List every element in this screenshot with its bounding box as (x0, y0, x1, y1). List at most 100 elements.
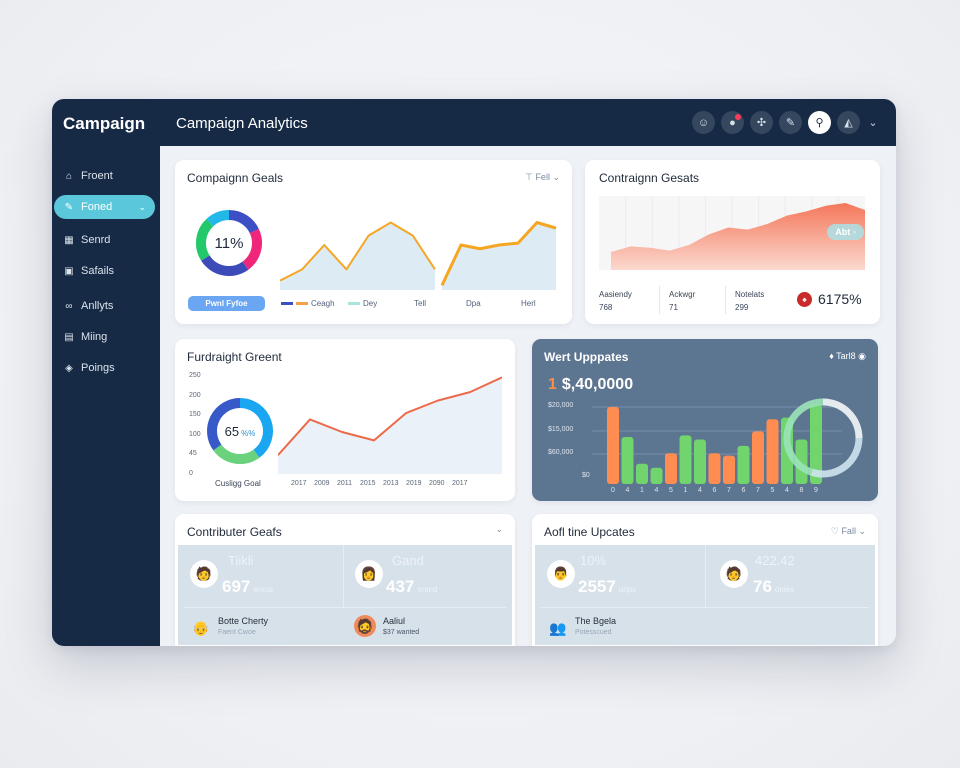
y-tick: 45 (189, 450, 197, 457)
realtime-panel: 👨 10% 2557 unps 🧑 422.42 76 onies 👥 The Bg… (535, 545, 875, 645)
x-tick: 4 (698, 487, 702, 494)
stat-value: 299 (735, 303, 749, 312)
filter-dropdown[interactable]: ♡ Fall ⌄ (831, 526, 866, 537)
tile-value: 437 onmd (386, 577, 437, 597)
donut-slice (213, 444, 260, 464)
bar (737, 445, 750, 484)
sidebar-item-label: Poings (81, 362, 115, 374)
page-title: Campaign Analytics (176, 115, 308, 132)
bar (723, 455, 735, 484)
location-icon: ♡ (830, 526, 842, 536)
sidebar-item-froent[interactable]: ⌂ Froent (54, 164, 155, 188)
notification-badge (735, 114, 741, 120)
home-icon: ⌂ (65, 170, 73, 182)
sidebar-item-poings[interactable]: ◈ Poings (54, 356, 155, 380)
person-subtitle: Faent Cwoe (218, 629, 256, 636)
divider (659, 286, 660, 314)
legend-swatch (348, 302, 360, 305)
sidebar-item-miing[interactable]: ▤ Miing (54, 325, 155, 349)
sidebar-item-senrd[interactable]: ▦ Senrd (54, 228, 155, 252)
card-title: Contributer Geafs (187, 525, 282, 539)
pen-icon: ✎ (64, 201, 74, 213)
stat-item: Aasiendy 768 (599, 288, 632, 314)
x-label: Herl (521, 299, 536, 308)
chevron-down-icon[interactable]: ⌄ (495, 524, 503, 535)
bar (665, 453, 677, 484)
tile-value: 76 onies (753, 577, 794, 597)
x-tick: 7 (727, 487, 731, 494)
legend-swatch (281, 302, 293, 305)
calendar-icon: ▦ (64, 234, 74, 246)
tile-number: 437 (386, 577, 415, 596)
filter-dropdown[interactable]: ⊤ Fell ⌄ (525, 172, 560, 183)
percent-value: 6175% (818, 291, 862, 307)
tile-caption: 10% (580, 553, 607, 568)
stat-value: 71 (669, 303, 678, 312)
goals-donut-value: 11% (214, 235, 244, 252)
x-tick: 0 (611, 487, 615, 494)
x-tick: 2011 (337, 480, 353, 487)
updates-bar-chart (592, 398, 863, 484)
divider (541, 607, 869, 608)
filter-label: Fell (535, 172, 550, 182)
x-tick: 6 (712, 487, 717, 494)
x-tick: 7 (756, 487, 760, 494)
avatar: 👨 (547, 560, 575, 588)
tile-value: 2557 unps (578, 577, 636, 597)
campaign-goals-card: Compaignn Geals ⊤ Fell ⌄ 11% Pwnl Fyfoe … (175, 160, 572, 324)
contributors-card: Contributer Geafs ⌄ 🧑 Tiikli 697 ervus 👩 … (175, 514, 515, 646)
search-icon[interactable]: ⚲ (808, 111, 831, 134)
stat-value: 768 (599, 303, 613, 312)
x-tick: 1 (640, 487, 644, 494)
chevron-down-icon: ⌄ (855, 526, 866, 536)
profile-icon[interactable]: ◭ (837, 111, 860, 134)
area-fill (442, 222, 556, 290)
filter-label: Fall (841, 526, 856, 536)
updates-card: Wert Upppates ♦ Tarl8 ◉ 1 $,40,0000 $20,0… (532, 339, 878, 501)
divider (343, 545, 344, 607)
legend-label: Ceagh (311, 299, 335, 308)
avatar: 🧔 (354, 615, 376, 637)
sidebar-item-label: Foned (81, 201, 113, 213)
sidebar-item-foned[interactable]: ✎ Foned ⌄ (54, 195, 155, 219)
x-tick: 9 (814, 487, 818, 494)
tile-unit: onmd (417, 585, 438, 594)
chevron-down-icon: ⌄ (549, 172, 560, 182)
avatar: 👩 (355, 560, 383, 588)
sidebar-item-safails[interactable]: ▣ Safails (54, 259, 155, 283)
bar (636, 463, 648, 484)
tile-unit: onies (774, 585, 795, 594)
stat-label: Aasiendy (599, 290, 632, 299)
link-icon: ∞ (65, 300, 73, 312)
tile-number: 76 (753, 577, 772, 596)
tile-value: 697 ervus (222, 577, 273, 597)
chevron-down-icon: ⌄ (138, 201, 146, 212)
bar (752, 431, 764, 484)
stat-item: Ackwgr 71 (669, 288, 695, 314)
x-tick: 2090 (429, 480, 445, 487)
y-tick: 100 (189, 430, 201, 438)
sidebar-item-label: Senrd (81, 234, 111, 246)
avatar: 👥 (549, 619, 567, 636)
fundraising-donut-value: 65%% (205, 424, 275, 439)
bot-icon[interactable]: ☺ (692, 111, 715, 134)
chevron-down-icon[interactable]: ⌄ (866, 116, 880, 129)
share-icon[interactable]: ✣ (750, 111, 773, 134)
fund-pulse-button[interactable]: Pwnl Fyfoe (188, 296, 265, 311)
tile-unit: ervus (253, 585, 273, 594)
sidebar-item-label: Safails (81, 265, 115, 277)
person-name[interactable]: The Bgela (575, 616, 616, 626)
contribution-area-chart (599, 196, 865, 270)
brand-logo[interactable]: Campaign (63, 114, 145, 134)
person-name[interactable]: Aaliul (383, 616, 405, 626)
person-name[interactable]: Botte Cherty (218, 616, 268, 626)
person-subtitle: Potesscued (575, 629, 612, 636)
edit-icon[interactable]: ✎ (779, 111, 802, 134)
donut-suffix: %% (241, 429, 256, 438)
tile-number: 697 (222, 577, 251, 596)
fundraising-card: Furdraight Greent 250 200 150 100 45 0 65%% C… (175, 339, 515, 501)
notification-icon[interactable]: ● (721, 111, 744, 134)
sidebar-item-anllyts[interactable]: ∞ Anllyts (54, 294, 155, 318)
tag-icon: ◈ (65, 362, 73, 374)
y-tick: 250 (189, 372, 201, 379)
